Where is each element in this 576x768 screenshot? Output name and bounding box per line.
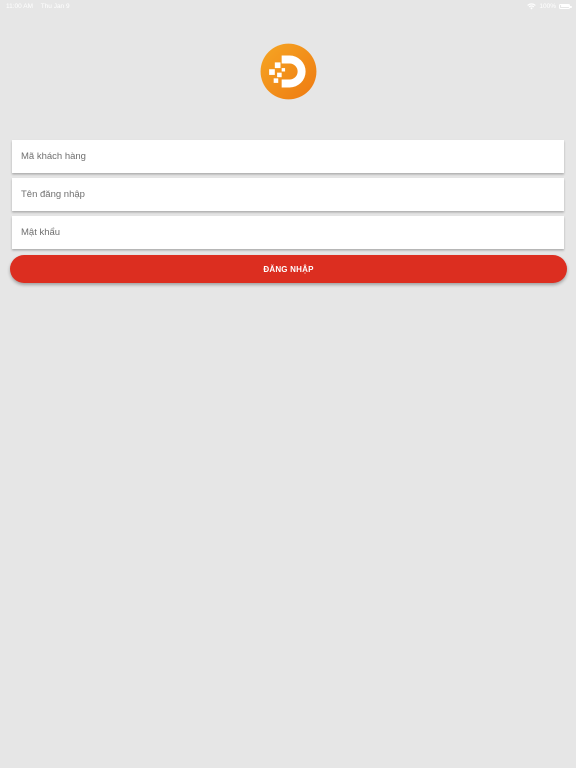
brand-logo-icon: [260, 43, 317, 100]
customer-code-field[interactable]: [12, 140, 564, 173]
password-field[interactable]: [12, 216, 564, 249]
password-input[interactable]: [21, 227, 555, 238]
username-input[interactable]: [21, 189, 555, 200]
wifi-icon: [527, 2, 537, 9]
status-time: 11:00 AM: [6, 2, 33, 10]
login-screen: 11:00 AM Thu Jan 9 100% Mã khách hàng Tê…: [0, 0, 576, 768]
login-button[interactable]: ĐĂNG NHẬP: [10, 255, 567, 283]
battery-fill: [560, 5, 569, 7]
status-bar: 11:00 AM Thu Jan 9 100%: [0, 0, 576, 12]
status-date: Thu Jan 9: [40, 2, 70, 10]
status-right: 100%: [527, 2, 572, 10]
battery-icon: [559, 3, 572, 9]
battery-percent: 100%: [539, 2, 556, 10]
status-left: 11:00 AM Thu Jan 9: [6, 3, 76, 10]
username-field[interactable]: [12, 178, 564, 211]
customer-code-input[interactable]: [21, 151, 555, 162]
